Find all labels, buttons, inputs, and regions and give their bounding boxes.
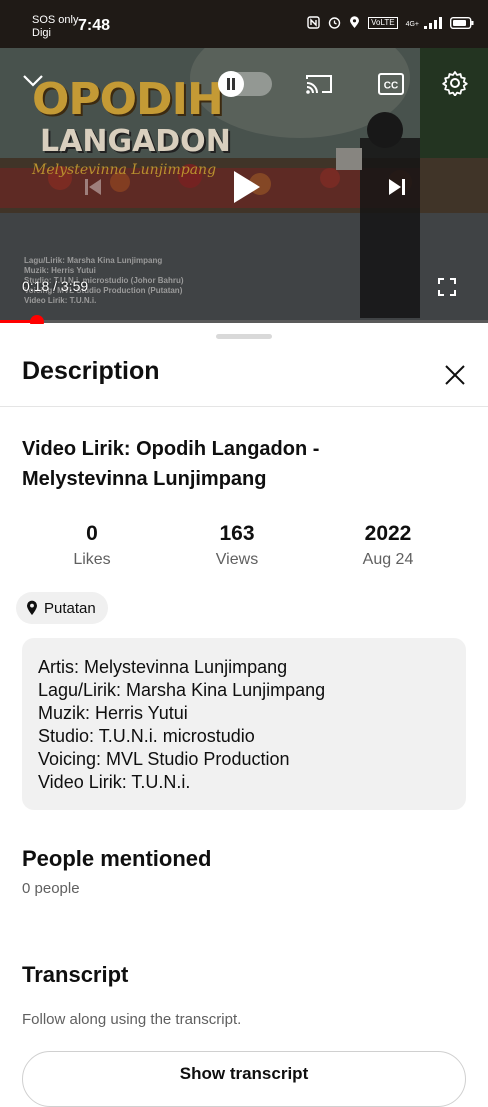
credit-line: Video Lirik: T.U.N.i. bbox=[24, 296, 97, 305]
settings-button[interactable] bbox=[438, 66, 472, 100]
captions-button[interactable]: CC bbox=[374, 68, 408, 100]
current-time: 0:18 bbox=[22, 278, 50, 294]
likes-stat: 0 Likes bbox=[37, 520, 147, 572]
fullscreen-icon bbox=[438, 278, 456, 296]
video-player[interactable]: OPODIH LANGADON Melystevinna Lunjimpang … bbox=[0, 48, 488, 320]
description-panel: Description Video Lirik: Opodih Langadon… bbox=[0, 324, 488, 1107]
progress-bar[interactable] bbox=[0, 320, 488, 323]
minimize-button[interactable] bbox=[18, 66, 48, 96]
credit-line: Muzik: Herris Yutui bbox=[24, 266, 96, 275]
transcript-title: Transcript bbox=[22, 962, 129, 987]
people-count: 0 people bbox=[22, 880, 80, 897]
location-pin-icon bbox=[27, 600, 37, 615]
views-stat: 163 Views bbox=[182, 520, 292, 572]
autoplay-knob bbox=[218, 71, 244, 97]
pause-icon bbox=[227, 78, 235, 90]
description-line: Video Lirik: T.U.N.i. bbox=[38, 772, 191, 792]
panel-divider bbox=[0, 406, 488, 407]
panel-title: Description bbox=[22, 357, 160, 385]
drag-handle[interactable] bbox=[216, 334, 272, 339]
upload-date: Aug 24 bbox=[362, 551, 414, 568]
show-transcript-button[interactable]: Show transcript bbox=[22, 1051, 466, 1107]
play-button[interactable] bbox=[222, 162, 272, 212]
credit-line: Lagu/Lirik: Marsha Kina Lunjimpang bbox=[24, 256, 163, 265]
cast-button[interactable] bbox=[302, 68, 336, 100]
overlay-subtitle: LANGADON bbox=[40, 124, 231, 159]
svg-text:CC: CC bbox=[384, 81, 398, 92]
description-text: Artis: Melystevinna Lunjimpang Lagu/Liri… bbox=[38, 656, 325, 794]
people-mentioned-title: People mentioned bbox=[22, 846, 212, 871]
chevron-down-icon bbox=[23, 75, 43, 87]
time-separator: / bbox=[53, 278, 58, 294]
description-line: Muzik: Herris Yutui bbox=[38, 703, 188, 723]
previous-button[interactable] bbox=[78, 172, 108, 202]
status-icons: VoLTE 4G+ bbox=[307, 16, 474, 29]
cast-icon bbox=[306, 75, 332, 94]
carrier-line-2: Digi bbox=[32, 27, 51, 39]
fullscreen-button[interactable] bbox=[432, 272, 462, 302]
previous-icon bbox=[85, 179, 101, 195]
alarm-icon bbox=[328, 16, 341, 29]
views-count: 163 bbox=[219, 522, 255, 545]
captions-icon: CC bbox=[378, 73, 404, 95]
description-line: Artis: Melystevinna Lunjimpang bbox=[38, 657, 288, 677]
close-button[interactable] bbox=[436, 356, 474, 394]
clock: 7:48 bbox=[78, 17, 111, 34]
playback-time: 0:18 / 3:59 bbox=[22, 278, 88, 294]
overlay-title: OPODIH bbox=[32, 74, 224, 125]
location-chip[interactable]: Putatan bbox=[16, 592, 108, 624]
nfc-icon bbox=[307, 16, 320, 29]
likes-label: Likes bbox=[73, 551, 111, 568]
carrier-line-1: SOS only bbox=[32, 14, 79, 26]
battery-icon bbox=[450, 16, 474, 29]
network-type-label: 4G+ bbox=[405, 20, 419, 28]
video-title: Video Lirik: Opodih Langadon - Melystevi… bbox=[22, 438, 320, 490]
description-box: Artis: Melystevinna Lunjimpang Lagu/Liri… bbox=[22, 638, 466, 810]
play-icon bbox=[234, 171, 260, 203]
location-label: Putatan bbox=[44, 599, 96, 617]
overlay-artist: Melystevinna Lunjimpang bbox=[32, 162, 217, 178]
duration: 3:59 bbox=[60, 278, 89, 294]
autoplay-toggle[interactable] bbox=[218, 71, 272, 97]
likes-count: 0 bbox=[86, 522, 98, 545]
location-icon bbox=[349, 16, 360, 29]
status-bar: SOS only Digi 7:48 VoLTE 4G+ bbox=[0, 0, 488, 48]
signal-icon: 4G+ bbox=[405, 16, 442, 29]
views-label: Views bbox=[215, 551, 259, 568]
upload-year: 2022 bbox=[364, 522, 412, 545]
description-line: Lagu/Lirik: Marsha Kina Lunjimpang bbox=[38, 680, 326, 700]
description-line: Studio: T.U.N.i. microstudio bbox=[38, 726, 255, 746]
volte-icon: VoLTE bbox=[368, 16, 398, 29]
description-line: Voicing: MVL Studio Production bbox=[38, 749, 290, 769]
transcript-subtitle: Follow along using the transcript. bbox=[22, 1011, 242, 1028]
close-icon bbox=[445, 365, 465, 385]
date-stat: 2022 Aug 24 bbox=[333, 520, 443, 572]
settings-gear-icon bbox=[442, 71, 468, 96]
next-icon bbox=[389, 179, 405, 195]
next-button[interactable] bbox=[382, 172, 412, 202]
carrier-info: SOS only Digi bbox=[32, 14, 78, 40]
